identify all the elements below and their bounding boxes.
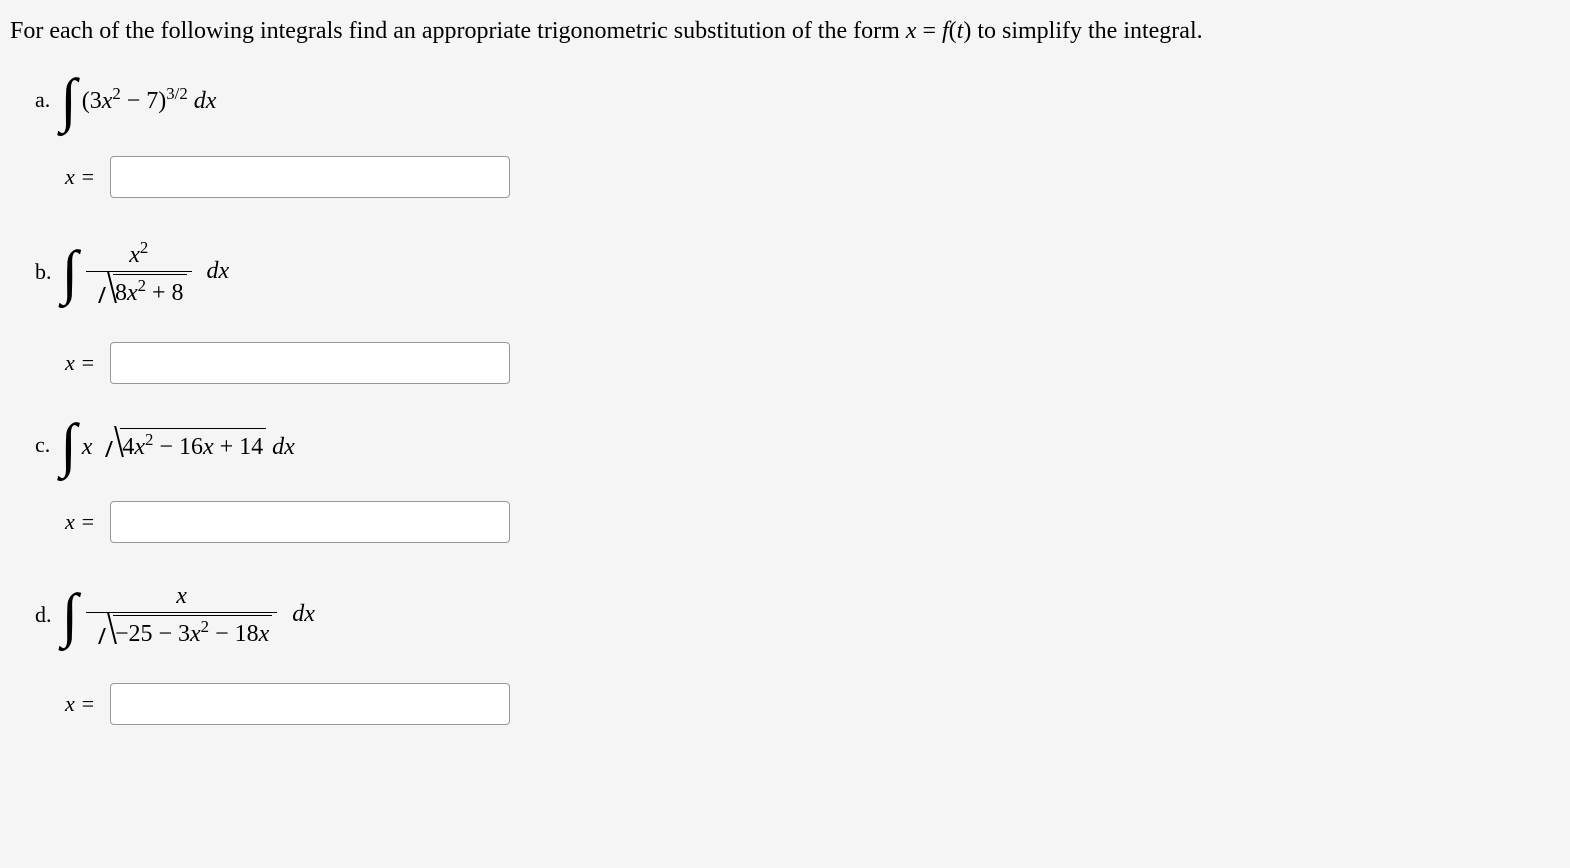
problem-c-answer-row: x = xyxy=(65,501,1560,543)
x-equals-label: x = xyxy=(65,509,95,535)
problem-d-answer-input[interactable] xyxy=(110,683,510,725)
problem-d: d. ∫ x −25 − 3x2 − 18x dx x = xyxy=(35,583,1560,725)
x-equals-label: x = xyxy=(65,350,95,376)
problem-c: c. ∫ x 4x2 − 16x + 14 dx x = xyxy=(35,424,1560,543)
problem-c-integral: c. ∫ x 4x2 − 16x + 14 dx xyxy=(35,424,1560,466)
problem-b-answer-row: x = xyxy=(65,342,1560,384)
x-equals-label: x = xyxy=(65,164,95,190)
integral-sign-icon: ∫ xyxy=(60,79,76,121)
problem-b-expression: x2 8x2 + 8 dx xyxy=(83,238,229,307)
problem-b-answer-input[interactable] xyxy=(110,342,510,384)
problem-d-label: d. xyxy=(35,602,52,628)
problem-d-expression: x −25 − 3x2 − 18x dx xyxy=(83,583,315,648)
integral-sign-icon: ∫ xyxy=(62,251,78,293)
problem-b-integral: b. ∫ x2 8x2 + 8 dx xyxy=(35,238,1560,307)
problem-c-expression: x 4x2 − 16x + 14 dx xyxy=(82,428,295,461)
x-equals-label: x = xyxy=(65,691,95,717)
integral-sign-icon: ∫ xyxy=(62,594,78,636)
problem-a-integral: a. ∫ (3x2 − 7)3/2 dx xyxy=(35,79,1560,121)
problem-a-answer-row: x = xyxy=(65,156,1560,198)
problem-a: a. ∫ (3x2 − 7)3/2 dx x = xyxy=(35,79,1560,198)
integral-sign-icon: ∫ xyxy=(60,424,76,466)
problem-a-expression: (3x2 − 7)3/2 dx xyxy=(82,84,217,115)
problem-b: b. ∫ x2 8x2 + 8 dx x = xyxy=(35,238,1560,384)
problem-b-label: b. xyxy=(35,259,52,285)
problem-d-integral: d. ∫ x −25 − 3x2 − 18x dx xyxy=(35,583,1560,648)
problem-c-answer-input[interactable] xyxy=(110,501,510,543)
instruction-text: For each of the following integrals find… xyxy=(10,15,1560,49)
problem-d-answer-row: x = xyxy=(65,683,1560,725)
problem-a-label: a. xyxy=(35,87,50,113)
problem-c-label: c. xyxy=(35,432,50,458)
problem-a-answer-input[interactable] xyxy=(110,156,510,198)
